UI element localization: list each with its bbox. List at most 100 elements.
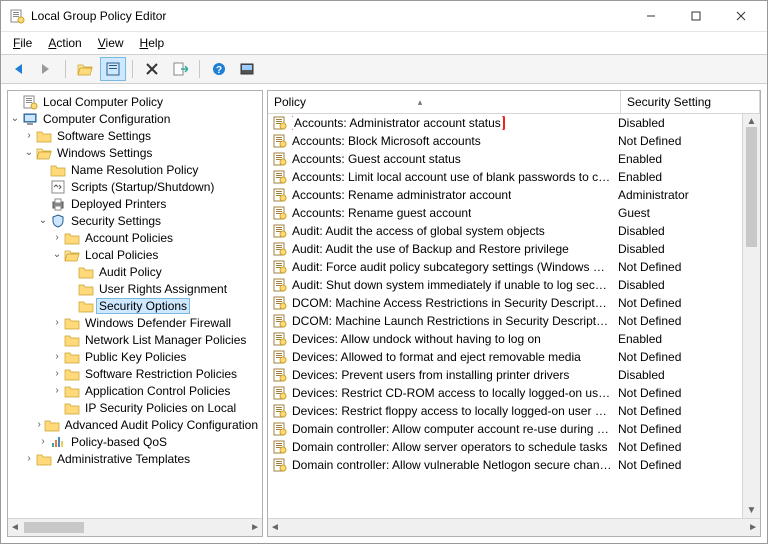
help-icon xyxy=(211,61,227,77)
tree-app-control-policies[interactable]: ›Application Control Policies xyxy=(8,382,262,399)
tree-advanced-audit[interactable]: ›Advanced Audit Policy Configuration xyxy=(8,416,262,433)
list-row[interactable]: Devices: Restrict CD-ROM access to local… xyxy=(268,384,742,402)
twisty-icon[interactable]: ⌄ xyxy=(8,113,22,124)
menu-action[interactable]: Action xyxy=(40,34,89,52)
list-row[interactable]: Audit: Force audit policy subcategory se… xyxy=(268,258,742,276)
list-row[interactable]: Devices: Allowed to format and eject rem… xyxy=(268,348,742,366)
show-hide-tree-button[interactable] xyxy=(100,57,126,81)
list-row[interactable]: Accounts: Block Microsoft accounts Not D… xyxy=(268,132,742,150)
list-row[interactable]: Devices: Allow undock without having to … xyxy=(268,330,742,348)
twisty-icon[interactable]: › xyxy=(22,453,36,464)
list-row[interactable]: Audit: Shut down system immediately if u… xyxy=(268,276,742,294)
tree-label: Audit Policy xyxy=(97,265,164,279)
tree-audit-policy[interactable]: Audit Policy xyxy=(8,263,262,280)
list-row[interactable]: Accounts: Rename administrator account A… xyxy=(268,186,742,204)
twisty-icon[interactable]: › xyxy=(50,385,64,396)
tree-hscrollbar[interactable]: ◄ ► xyxy=(8,518,262,536)
list-row[interactable]: Devices: Prevent users from installing p… xyxy=(268,366,742,384)
app-icon xyxy=(9,8,25,24)
column-header-setting[interactable]: Security Setting xyxy=(621,91,760,113)
tree-body[interactable]: Local Computer Policy ⌄ Computer Configura… xyxy=(8,91,262,518)
twisty-icon[interactable]: › xyxy=(50,232,64,243)
twisty-icon[interactable]: ⌄ xyxy=(22,147,36,158)
tree-label: Software Restriction Policies xyxy=(83,367,239,381)
list-row[interactable]: Accounts: Administrator account status D… xyxy=(268,114,742,132)
tree-scripts[interactable]: Scripts (Startup/Shutdown) xyxy=(8,178,262,195)
tree-public-key-policies[interactable]: ›Public Key Policies xyxy=(8,348,262,365)
cell-setting: Not Defined xyxy=(612,440,742,454)
tree-security-options[interactable]: Security Options xyxy=(8,297,262,314)
column-header-policy[interactable]: Policy ▴ xyxy=(268,91,621,113)
twisty-icon[interactable]: › xyxy=(50,317,64,328)
tree-ipsec-policies[interactable]: IP Security Policies on Local xyxy=(8,399,262,416)
tree-root[interactable]: Local Computer Policy xyxy=(8,93,262,110)
i-folder-icon xyxy=(78,281,94,297)
twisty-icon[interactable]: ⌄ xyxy=(50,249,64,260)
tree-local-policies[interactable]: ⌄Local Policies xyxy=(8,246,262,263)
list-row[interactable]: Audit: Audit the use of Backup and Resto… xyxy=(268,240,742,258)
toolbar-separator xyxy=(132,60,133,78)
list-hscrollbar[interactable]: ◄ ► xyxy=(268,518,760,536)
minimize-icon xyxy=(646,11,656,21)
cell-policy: DCOM: Machine Access Restrictions in Sec… xyxy=(268,295,612,311)
list-row[interactable]: DCOM: Machine Launch Restrictions in Sec… xyxy=(268,312,742,330)
menu-file[interactable]: File xyxy=(5,34,40,52)
twisty-icon[interactable]: › xyxy=(50,368,64,379)
nav-back-button[interactable] xyxy=(5,57,31,81)
list-vscrollbar[interactable]: ▲ ▼ xyxy=(742,114,760,518)
minimize-button[interactable] xyxy=(628,2,673,30)
console-tree-button[interactable] xyxy=(234,57,260,81)
list-row[interactable]: Accounts: Rename guest account Guest xyxy=(268,204,742,222)
scroll-thumb[interactable] xyxy=(746,127,757,247)
tree-label: Computer Configuration xyxy=(41,112,172,126)
window: Local Group Policy Editor File Action Vi… xyxy=(0,0,768,544)
tree-software-settings[interactable]: ›Software Settings xyxy=(8,127,262,144)
policy-name: Audit: Audit the use of Backup and Resto… xyxy=(292,242,569,256)
list-row[interactable]: Devices: Restrict floppy access to local… xyxy=(268,402,742,420)
policy-icon xyxy=(272,223,288,239)
scroll-thumb[interactable] xyxy=(24,522,84,533)
tree-defender-firewall[interactable]: ›Windows Defender Firewall xyxy=(8,314,262,331)
maximize-button[interactable] xyxy=(673,2,718,30)
list-row[interactable]: Domain controller: Allow computer accoun… xyxy=(268,420,742,438)
tree-windows-settings[interactable]: ⌄Windows Settings xyxy=(8,144,262,161)
tree-label: User Rights Assignment xyxy=(97,282,229,296)
x-icon xyxy=(144,61,160,77)
list-row[interactable]: Accounts: Guest account status Enabled xyxy=(268,150,742,168)
policy-name: Accounts: Rename guest account xyxy=(292,206,471,220)
twisty-icon[interactable]: › xyxy=(36,436,50,447)
tree-name-resolution[interactable]: Name Resolution Policy xyxy=(8,161,262,178)
close-button[interactable] xyxy=(718,2,763,30)
nav-forward-button[interactable] xyxy=(33,57,59,81)
policy-icon xyxy=(272,439,288,455)
list-row[interactable]: DCOM: Machine Access Restrictions in Sec… xyxy=(268,294,742,312)
twisty-icon[interactable]: ⌄ xyxy=(36,215,50,226)
tree-security-settings[interactable]: ⌄ Security Settings xyxy=(8,212,262,229)
list-row[interactable]: Audit: Audit the access of global system… xyxy=(268,222,742,240)
list-row[interactable]: Domain controller: Allow vulnerable Netl… xyxy=(268,456,742,474)
help-button[interactable] xyxy=(206,57,232,81)
tree-software-restriction[interactable]: › Software Restriction Policies xyxy=(8,365,262,382)
tree-user-rights[interactable]: User Rights Assignment xyxy=(8,280,262,297)
up-one-level-button[interactable] xyxy=(72,57,98,81)
twisty-icon[interactable]: › xyxy=(22,130,36,141)
policy-icon xyxy=(272,403,288,419)
scroll-left-icon: ◄ xyxy=(270,522,280,533)
menu-view[interactable]: View xyxy=(90,34,132,52)
tree-deployed-printers[interactable]: Deployed Printers xyxy=(8,195,262,212)
list-row[interactable]: Domain controller: Allow server operator… xyxy=(268,438,742,456)
tree-label: Security Settings xyxy=(69,214,163,228)
tree-computer-config[interactable]: ⌄ Computer Configuration xyxy=(8,110,262,127)
twisty-icon[interactable]: › xyxy=(50,351,64,362)
menu-help[interactable]: Help xyxy=(132,34,173,52)
tree-network-list-manager[interactable]: Network List Manager Policies xyxy=(8,331,262,348)
tree-policy-qos[interactable]: ›Policy-based QoS xyxy=(8,433,262,450)
export-list-button[interactable] xyxy=(167,57,193,81)
cell-policy: Devices: Restrict floppy access to local… xyxy=(268,403,612,419)
tree-admin-templates[interactable]: ›Administrative Templates xyxy=(8,450,262,467)
delete-button[interactable] xyxy=(139,57,165,81)
list-row[interactable]: Accounts: Limit local account use of bla… xyxy=(268,168,742,186)
list-body[interactable]: Accounts: Administrator account status D… xyxy=(268,114,742,518)
tree-account-policies[interactable]: ›Account Policies xyxy=(8,229,262,246)
twisty-icon[interactable]: › xyxy=(35,419,44,430)
